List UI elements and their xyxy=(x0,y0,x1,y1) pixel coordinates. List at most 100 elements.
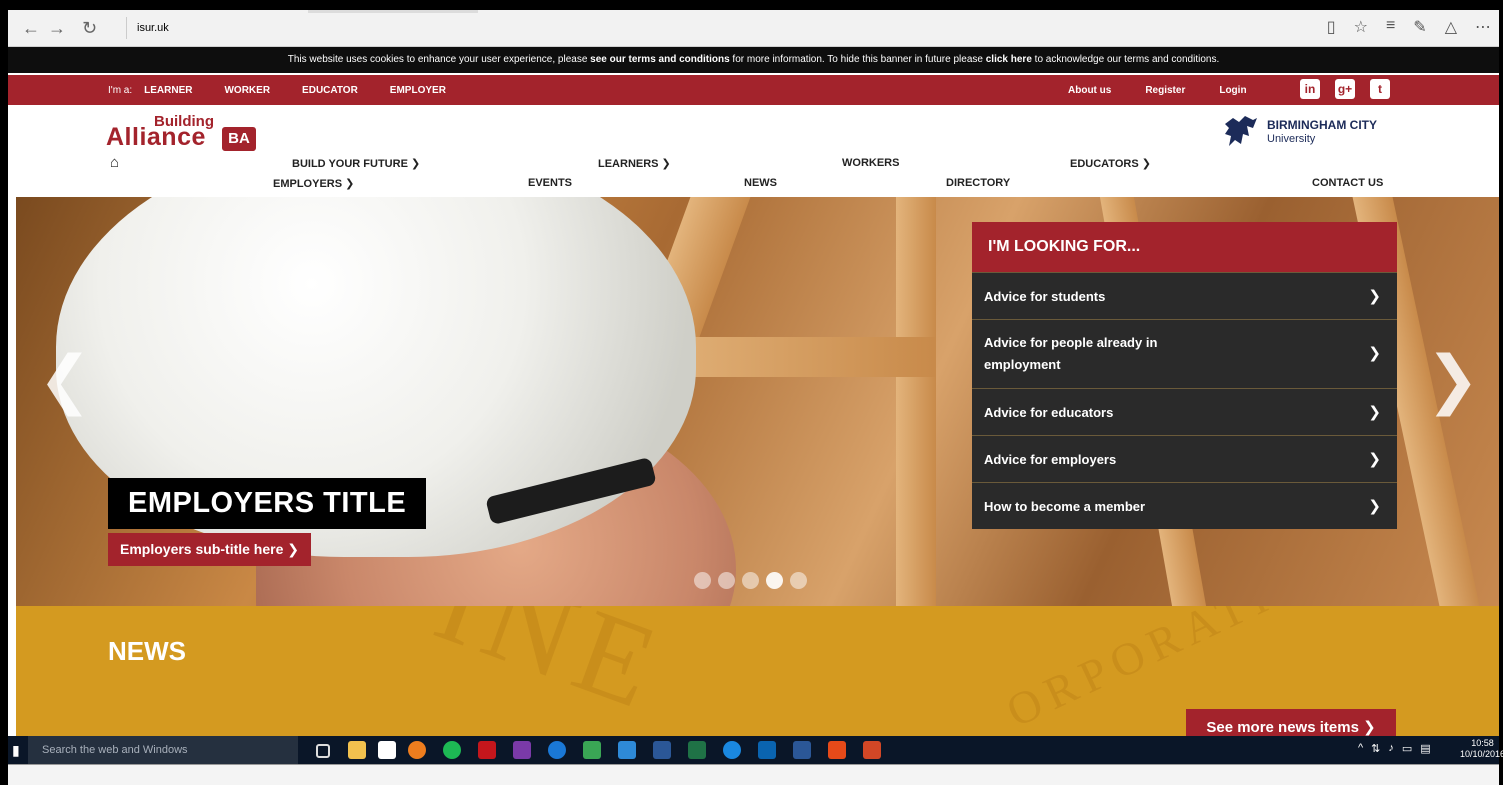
carousel-dot[interactable] xyxy=(790,572,807,589)
photos-icon[interactable] xyxy=(618,741,636,759)
nav-directory[interactable]: DIRECTORY xyxy=(946,177,1010,189)
powerpoint-icon[interactable] xyxy=(863,741,881,759)
twitter-icon[interactable]: t xyxy=(1370,79,1390,99)
notification-icon[interactable]: ▤ xyxy=(1420,742,1430,755)
about-us-link[interactable]: About us xyxy=(1068,75,1111,107)
news-title: NEWS xyxy=(108,636,186,666)
role-educator-link[interactable]: EDUCATOR xyxy=(302,75,358,107)
role-learner-link[interactable]: LEARNER xyxy=(144,75,192,107)
carousel-prev-icon[interactable]: ❮ xyxy=(38,342,92,417)
looking-for-item[interactable]: Advice for educators ❯ xyxy=(972,388,1397,435)
nav-contact-us[interactable]: CONTACT US xyxy=(1312,177,1383,189)
nav-employers[interactable]: EMPLOYERS ❯ xyxy=(273,177,354,190)
chevron-right-icon: ❯ xyxy=(1368,498,1381,515)
hero-subtitle-button[interactable]: Employers sub-title here ❯ xyxy=(108,533,311,566)
terms-link[interactable]: see our terms and conditions xyxy=(590,54,729,65)
outlook-icon[interactable] xyxy=(758,741,776,759)
refresh-icon[interactable]: ↻ xyxy=(82,18,97,39)
acrobat-icon[interactable] xyxy=(478,741,496,759)
task-view-icon[interactable] xyxy=(316,744,330,758)
hub-icon[interactable]: ≡ xyxy=(1386,17,1395,37)
clock-date: 10/10/2016 xyxy=(1460,749,1503,759)
onenote-icon[interactable] xyxy=(513,741,531,759)
spotify-icon[interactable] xyxy=(443,741,461,759)
word-doc-icon[interactable] xyxy=(793,741,811,759)
forward-arrow-icon[interactable]: → xyxy=(48,18,66,39)
cookie-text: This website uses cookies to enhance you… xyxy=(287,54,591,65)
nav-build-your-future[interactable]: BUILD YOUR FUTURE ❯ xyxy=(292,157,420,170)
carousel-dot[interactable] xyxy=(718,572,735,589)
screen-border xyxy=(1499,0,1503,785)
file-explorer-icon[interactable] xyxy=(348,741,366,759)
cookie-banner: This website uses cookies to enhance you… xyxy=(8,47,1499,73)
hero-carousel: ❮ ❯ EMPLOYERS TITLE Employers sub-title … xyxy=(16,197,1499,606)
word-icon[interactable] xyxy=(653,741,671,759)
home-icon[interactable]: ⌂ xyxy=(110,154,119,171)
bcu-subtitle: University xyxy=(1267,133,1316,145)
register-link[interactable]: Register xyxy=(1145,75,1185,107)
taskbar-search-input[interactable]: Search the web and Windows xyxy=(28,736,298,764)
address-bar[interactable]: isur.uk xyxy=(126,17,169,39)
edge-icon[interactable] xyxy=(548,741,566,759)
screen-border xyxy=(0,0,8,785)
bcu-name: BIRMINGHAM CITY xyxy=(1267,118,1377,132)
app-icon[interactable] xyxy=(723,741,741,759)
looking-for-item[interactable]: Advice for students ❯ xyxy=(972,272,1397,319)
click-here-link[interactable]: click here xyxy=(986,54,1032,65)
volume-icon[interactable]: ♪ xyxy=(1388,742,1394,755)
chevron-up-icon[interactable]: ^ xyxy=(1358,742,1363,755)
action-center-icon[interactable]: ▭ xyxy=(1402,742,1412,755)
login-link[interactable]: Login xyxy=(1219,75,1246,107)
more-icon[interactable]: ⋯ xyxy=(1475,17,1491,37)
hero-image-beam xyxy=(896,197,936,606)
windows-taskbar: ▮ Search the web and Windows ^ ⇅ ♪ ▭ ▤ 1… xyxy=(8,736,1503,764)
looking-for-label: How to become a member xyxy=(984,498,1146,514)
role-worker-link[interactable]: WORKER xyxy=(224,75,270,107)
bcu-crest-icon xyxy=(1225,116,1257,146)
looking-for-item[interactable]: Advice for people already in employment … xyxy=(972,319,1397,388)
reading-view-icon[interactable]: ▯ xyxy=(1327,17,1336,37)
nav-workers[interactable]: WORKERS xyxy=(842,157,899,169)
taskbar-clock[interactable]: 10:58 10/10/2016 xyxy=(1460,738,1503,760)
audience-bar: I'm a: LEARNER WORKER EDUCATOR EMPLOYER … xyxy=(8,75,1499,105)
carousel-next-icon[interactable]: ❯ xyxy=(1426,342,1480,417)
im-a-label: I'm a: xyxy=(108,85,133,96)
nav-news[interactable]: NEWS xyxy=(744,177,777,189)
role-employer-link[interactable]: EMPLOYER xyxy=(390,75,446,107)
looking-for-item[interactable]: Advice for employers ❯ xyxy=(972,435,1397,482)
google-plus-icon[interactable]: g+ xyxy=(1335,79,1355,99)
store-icon[interactable] xyxy=(378,741,396,759)
carousel-dot-active[interactable] xyxy=(766,572,783,589)
share-icon[interactable]: △ xyxy=(1445,17,1457,37)
start-icon[interactable]: ▮ xyxy=(12,742,20,759)
excel-icon[interactable] xyxy=(688,741,706,759)
account-links: About us Register Login xyxy=(1068,75,1247,107)
linkedin-icon[interactable]: in xyxy=(1300,79,1320,99)
screen-border xyxy=(0,0,1503,10)
office-icon[interactable] xyxy=(828,741,846,759)
nav-events[interactable]: EVENTS xyxy=(528,177,572,189)
chevron-right-icon: ❯ xyxy=(1368,345,1381,362)
logo-text-big: Alliance xyxy=(106,123,206,151)
carousel-dot[interactable] xyxy=(742,572,759,589)
skype-icon[interactable] xyxy=(408,741,426,759)
web-note-icon[interactable]: ✎ xyxy=(1413,17,1426,37)
carousel-dot[interactable] xyxy=(694,572,711,589)
looking-for-label: Advice for employers xyxy=(984,451,1117,467)
browser-actions: ▯ ☆ ≡ ✎ △ ⋯ xyxy=(1327,17,1491,37)
site-header: Building Alliance BA BIRMINGHAM CITY Uni… xyxy=(8,105,1499,197)
see-more-news-button[interactable]: See more news items ❯ xyxy=(1186,709,1396,736)
looking-for-item[interactable]: How to become a member ❯ xyxy=(972,482,1397,529)
chevron-right-icon: ❯ xyxy=(1368,451,1381,468)
nav-educators[interactable]: EDUCATORS ❯ xyxy=(1070,157,1151,170)
looking-for-heading: I'M LOOKING FOR... xyxy=(972,222,1397,272)
back-arrow-icon[interactable]: ← xyxy=(22,18,40,39)
clock-time: 10:58 xyxy=(1471,738,1494,748)
maps-icon[interactable] xyxy=(583,741,601,759)
tab-indicator xyxy=(308,10,478,13)
nav-learners[interactable]: LEARNERS ❯ xyxy=(598,157,671,170)
network-icon[interactable]: ⇅ xyxy=(1371,742,1380,755)
favorite-star-icon[interactable]: ☆ xyxy=(1354,17,1368,37)
looking-for-label: Advice for people already in employment xyxy=(984,335,1158,372)
role-links: I'm a: LEARNER WORKER EDUCATOR EMPLOYER xyxy=(108,75,446,107)
